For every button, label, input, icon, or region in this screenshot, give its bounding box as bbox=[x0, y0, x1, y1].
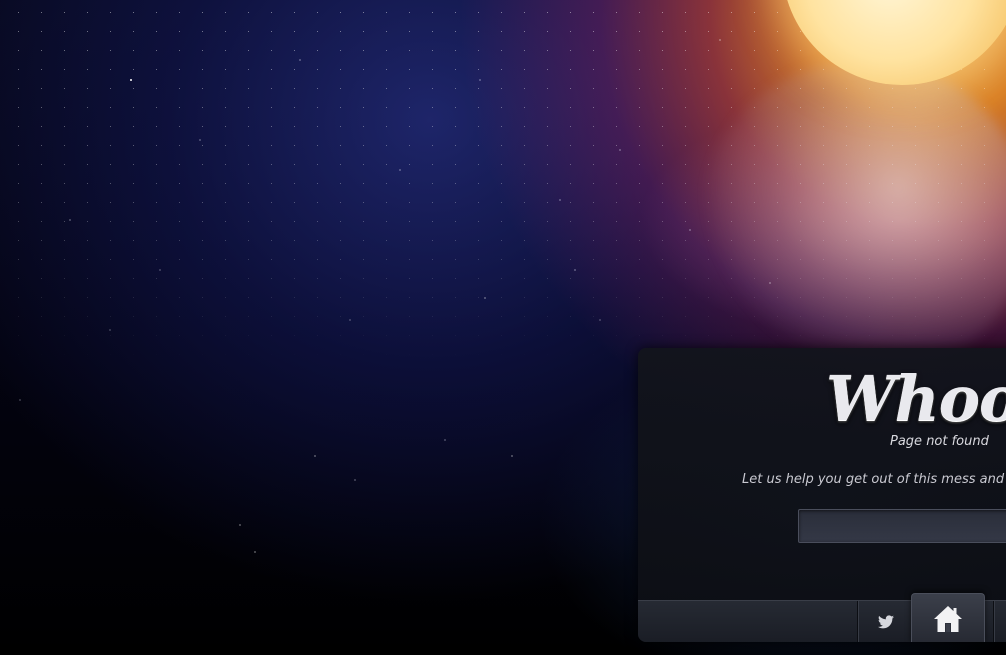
panel-footer bbox=[638, 593, 1006, 642]
twitter-bird-icon bbox=[878, 615, 894, 629]
twitter-button[interactable] bbox=[858, 601, 914, 642]
footer-divider bbox=[993, 601, 994, 642]
page-subtitle: Page not found bbox=[890, 434, 989, 449]
home-button[interactable] bbox=[911, 593, 985, 642]
house-icon bbox=[934, 606, 962, 632]
error-panel: Whoops Page not found Let us help you ge… bbox=[638, 348, 1006, 642]
search-input[interactable] bbox=[798, 509, 1006, 543]
page-title: Whoops bbox=[826, 362, 1006, 435]
help-text: Let us help you get out of this mess and… bbox=[742, 472, 1006, 487]
